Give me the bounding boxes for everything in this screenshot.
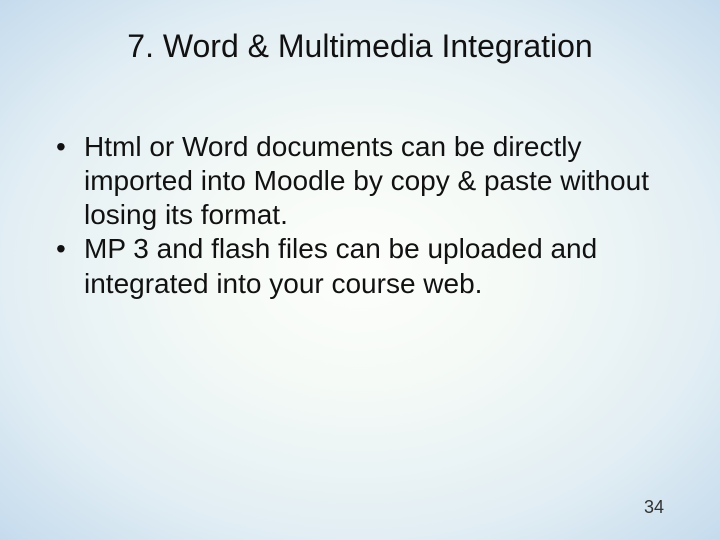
bullet-text: Html or Word documents can be directly i…	[84, 130, 664, 232]
slide-body: • Html or Word documents can be directly…	[56, 130, 664, 301]
list-item: • MP 3 and flash files can be uploaded a…	[56, 232, 664, 300]
slide-title: 7. Word & Multimedia Integration	[0, 28, 720, 65]
bullet-icon: •	[56, 130, 84, 164]
bullet-icon: •	[56, 232, 84, 266]
list-item: • Html or Word documents can be directly…	[56, 130, 664, 232]
bullet-text: MP 3 and flash files can be uploaded and…	[84, 232, 664, 300]
page-number: 34	[644, 497, 664, 518]
slide: 7. Word & Multimedia Integration • Html …	[0, 0, 720, 540]
